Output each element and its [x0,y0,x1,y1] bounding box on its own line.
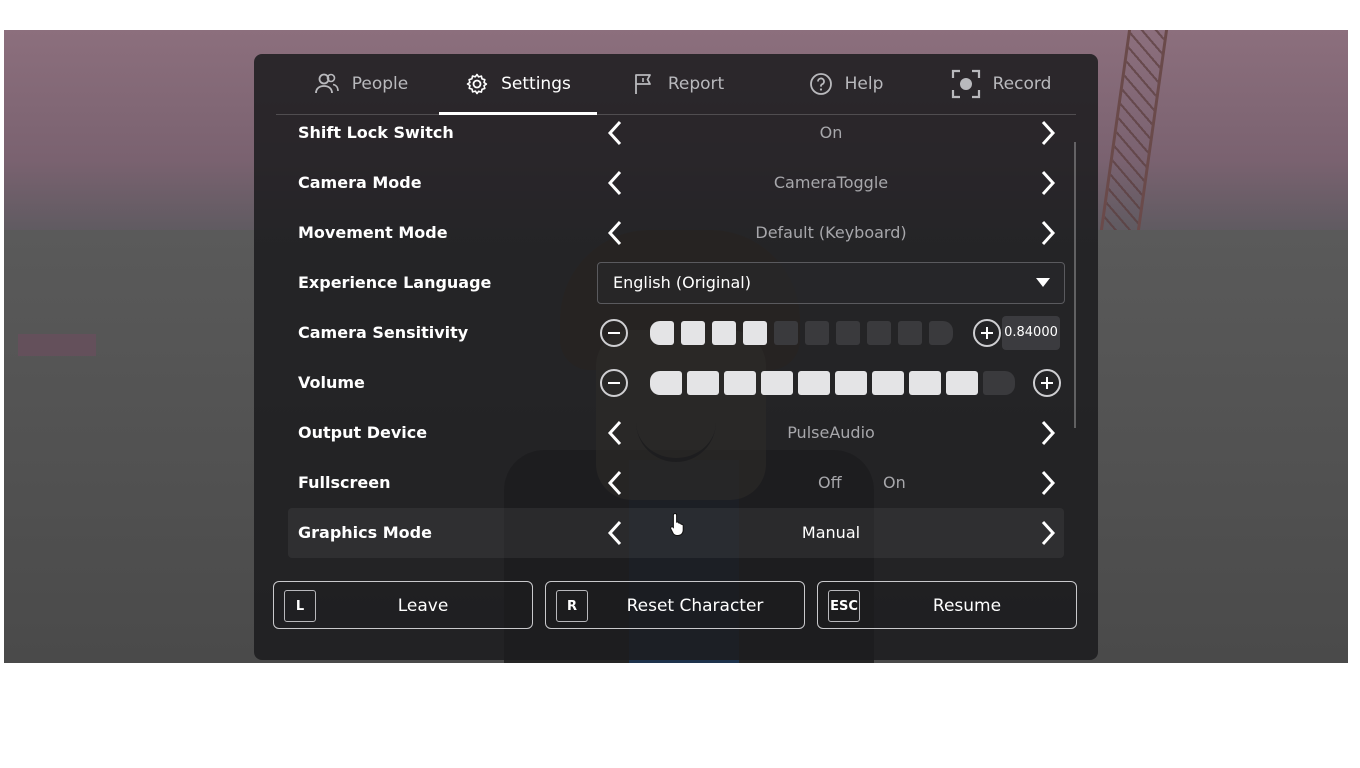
flag-icon [632,72,656,96]
slider-segment[interactable] [946,371,978,395]
setting-value: PulseAudio [787,423,875,442]
tab-label: Settings [501,74,571,94]
plus-icon[interactable] [973,319,1001,347]
distant-sign [18,334,96,356]
slider-segment[interactable] [687,371,719,395]
tab-settings[interactable]: Settings [439,54,597,115]
setting-row-movement-mode: Movement Mode Default (Keyboard) [288,208,1064,258]
sensitivity-slider[interactable] [650,321,953,345]
setting-row-fullscreen: Fullscreen Off On [288,458,1064,508]
fullscreen-off-option[interactable]: Off [818,458,842,508]
chevron-right-icon[interactable] [1032,517,1064,549]
setting-value: Manual [801,523,861,542]
setting-label: Camera Mode [298,173,422,192]
chevron-right-icon[interactable] [1032,167,1064,199]
setting-value: On [819,123,843,142]
keyboard-key-hint: ESC [828,590,860,622]
caret-down-icon [1036,278,1050,287]
keyboard-key-hint: R [556,590,588,622]
slider-segment[interactable] [898,321,922,345]
slider-segment[interactable] [724,371,756,395]
slider-segment[interactable] [835,371,867,395]
resume-button[interactable]: ESC Resume [817,581,1077,629]
slider-segment[interactable] [761,371,793,395]
slider-segment[interactable] [650,321,674,345]
gear-icon [465,72,489,96]
chevron-left-icon[interactable] [599,217,631,249]
leave-button[interactable]: L Leave [273,581,533,629]
setting-row-camera-sensitivity: Camera Sensitivity 0.84000 [288,308,1064,358]
slider-segment[interactable] [774,321,798,345]
button-label: Leave [397,596,449,616]
keyboard-key-hint: L [284,590,316,622]
tab-report[interactable]: Report [618,54,738,114]
tab-label: Help [844,74,884,94]
help-icon [809,72,833,96]
slider-segment[interactable] [681,321,705,345]
button-label: Reset Character [626,596,764,616]
slider-segment[interactable] [983,371,1015,395]
slider-segment[interactable] [650,371,682,395]
setting-label: Graphics Mode [298,523,432,542]
setting-row-language: Experience Language English (Original) [288,258,1065,308]
language-dropdown[interactable]: English (Original) [597,262,1065,304]
sensitivity-value-field[interactable]: 0.84000 [1002,316,1060,350]
menu-tabs: People Settings Report Help Record [276,54,1076,115]
slider-segment[interactable] [798,371,830,395]
plus-icon[interactable] [1033,369,1061,397]
tab-label: Report [667,74,725,94]
setting-label: Fullscreen [298,473,391,492]
tab-help[interactable]: Help [786,54,906,114]
setting-label: Camera Sensitivity [298,323,469,342]
chevron-right-icon[interactable] [1032,417,1064,449]
mouse-cursor-icon [670,512,686,540]
chevron-right-icon[interactable] [1032,117,1064,149]
slider-segment[interactable] [805,321,829,345]
slider-segment[interactable] [872,371,904,395]
chevron-left-icon[interactable] [599,517,631,549]
settings-scrollbar[interactable] [1074,142,1076,428]
volume-slider[interactable] [650,371,1015,395]
button-label: Resume [932,596,1002,616]
setting-label: Movement Mode [298,223,448,242]
chevron-left-icon[interactable] [599,417,631,449]
minus-icon[interactable] [600,369,628,397]
slider-segment[interactable] [712,321,736,345]
setting-value: Default (Keyboard) [755,223,907,242]
fullscreen-on-option[interactable]: On [883,458,906,508]
tab-label: Record [992,74,1052,94]
tab-record[interactable]: Record [936,54,1066,114]
setting-row-shift-lock: Shift Lock Switch On [288,108,1064,158]
dropdown-selected: English (Original) [613,273,751,292]
people-icon [314,73,340,95]
setting-row-volume: Volume [288,358,1064,408]
slider-segment[interactable] [836,321,860,345]
setting-row-camera-mode: Camera Mode CameraToggle [288,158,1064,208]
setting-row-output-device: Output Device PulseAudio [288,408,1064,458]
slider-segment[interactable] [929,321,953,345]
setting-label: Shift Lock Switch [298,123,454,142]
setting-value: CameraToggle [773,173,889,192]
slider-segment[interactable] [909,371,941,395]
slider-segment[interactable] [743,321,767,345]
setting-label: Experience Language [298,273,492,292]
reset-character-button[interactable]: R Reset Character [545,581,805,629]
settings-menu: People Settings Report Help Record Shift… [254,54,1098,660]
chevron-left-icon[interactable] [599,117,631,149]
chevron-left-icon[interactable] [599,467,631,499]
slider-segment[interactable] [867,321,891,345]
setting-label: Output Device [298,423,428,442]
tab-people[interactable]: People [286,54,436,114]
chevron-left-icon[interactable] [599,167,631,199]
minus-icon[interactable] [600,319,628,347]
chevron-right-icon[interactable] [1032,217,1064,249]
chevron-right-icon[interactable] [1032,467,1064,499]
record-icon [951,69,981,99]
crane-structure [1099,30,1169,230]
tab-label: People [351,74,409,94]
setting-label: Volume [298,373,365,392]
